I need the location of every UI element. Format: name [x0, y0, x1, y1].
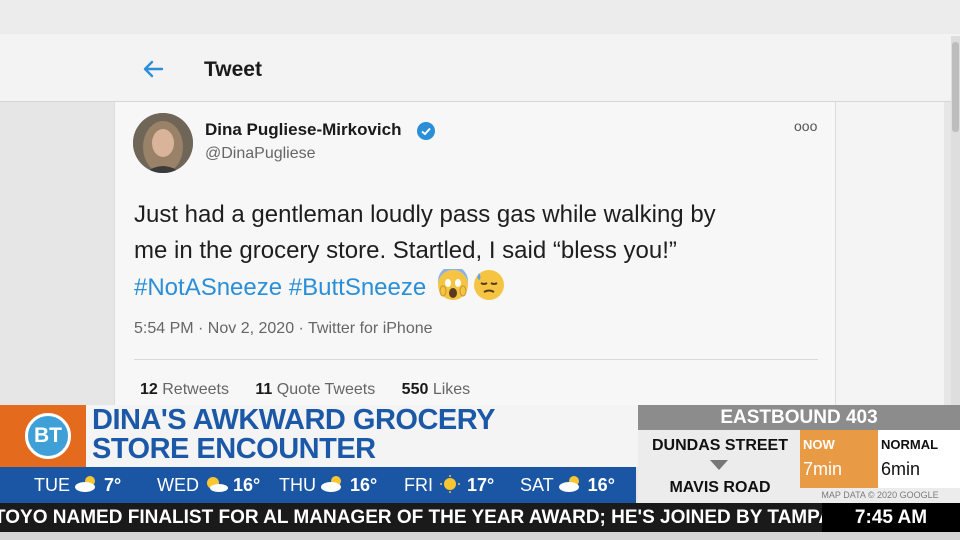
author-handle[interactable]: @DinaPugliese	[205, 145, 316, 163]
cloud-sun-icon	[320, 469, 346, 492]
quote-tweets-stat[interactable]: 11 Quote Tweets	[255, 381, 375, 398]
traffic-from: DUNDAS STREET	[651, 437, 788, 454]
bottom-bar	[0, 532, 960, 540]
retweets-stat[interactable]: 12 Retweets	[140, 381, 229, 398]
likes-stat[interactable]: 550 Likes	[402, 381, 471, 398]
traffic-now-value: 7min	[803, 459, 843, 479]
headline: DINA'S AWKWARD GROCERY STORE ENCOUNTER	[92, 406, 495, 464]
clock: 7:45 AM	[822, 503, 960, 532]
weather-day: WED 16°	[157, 467, 260, 503]
weather-day: SAT 16°	[520, 467, 615, 503]
hashtag-link[interactable]: #ButtSneeze	[289, 274, 426, 301]
screen: Tweet Dina Pugliese-Mirkovich @DinaPugli…	[0, 0, 960, 540]
tweet-text-line-2: me in the grocery store. Startled, I sai…	[134, 237, 677, 264]
traffic-normal-value: 6min	[881, 459, 921, 479]
headline-line-2: STORE ENCOUNTER	[92, 433, 376, 465]
bt-logo: BT	[25, 413, 71, 459]
down-arrow-icon	[710, 460, 728, 470]
more-options-icon[interactable]: ooo	[794, 118, 817, 134]
avatar[interactable]	[133, 113, 193, 173]
tweet-text-line-1: Just had a gentleman loudly pass gas whi…	[134, 201, 716, 228]
scrollbar-thumb[interactable]	[952, 42, 959, 132]
weather-day: THU 16°	[279, 467, 377, 503]
downcast-sweat-emoji-icon	[473, 269, 505, 301]
map-credit: MAP DATA © 2020 GOOGLE	[821, 490, 939, 500]
ticker-text: TOYO NAMED FINALIST FOR AL MANAGER OF TH…	[0, 507, 824, 528]
headline-line-1: DINA'S AWKWARD GROCERY	[92, 404, 495, 436]
cloud-sun-icon	[74, 469, 100, 492]
traffic-to: MAVIS ROAD	[669, 479, 771, 496]
tweet-text: Just had a gentleman loudly pass gas whi…	[134, 197, 824, 306]
hashtag-link[interactable]: #NotASneeze	[134, 274, 282, 301]
traffic-normal-label: NORMAL	[881, 437, 939, 452]
screaming-face-emoji-icon	[437, 266, 469, 301]
verified-badge-icon	[416, 121, 436, 141]
back-arrow-icon[interactable]	[138, 54, 168, 84]
traffic-now-label: NOW	[803, 437, 835, 452]
cloud-sun-icon	[558, 469, 584, 492]
weather-day: TUE 7°	[34, 467, 121, 503]
sun-cloud-icon	[203, 469, 229, 492]
sun-icon	[437, 469, 463, 493]
divider	[134, 359, 818, 360]
tweet-stats: 12 Retweets 11 Quote Tweets 550 Likes	[140, 381, 492, 399]
tweet-timestamp[interactable]: 5:54 PM · Nov 2, 2020 · Twitter for iPho…	[134, 320, 433, 338]
author-name[interactable]: Dina Pugliese-Mirkovich	[205, 120, 402, 140]
top-strip	[0, 0, 960, 36]
tweet-text-line-3: #NotASneeze #ButtSneeze	[134, 266, 824, 306]
header-title: Tweet	[204, 58, 262, 81]
weather-day: FRI 17°	[404, 467, 494, 503]
traffic-route: EASTBOUND 403	[638, 405, 960, 430]
